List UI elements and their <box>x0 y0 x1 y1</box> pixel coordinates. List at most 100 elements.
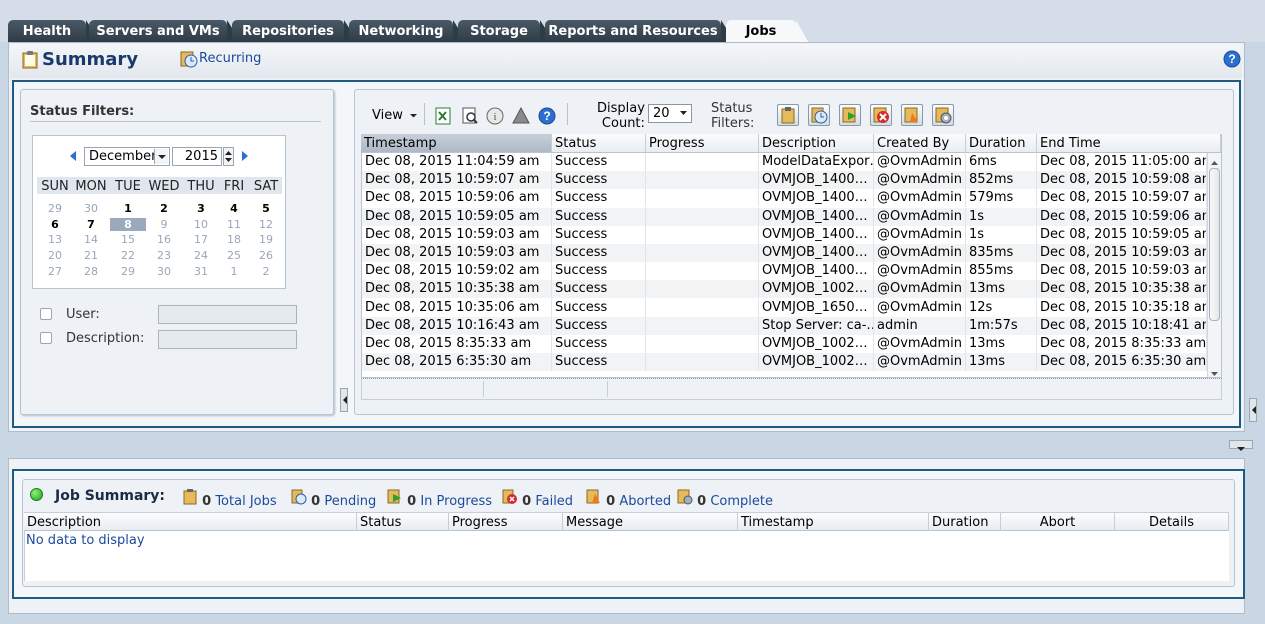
table-row[interactable]: Dec 08, 2015 10:16:43 am Success Stop Serv… <box>362 316 1207 335</box>
expand-down-handle[interactable] <box>1229 440 1253 451</box>
calendar-day[interactable]: 16 <box>146 233 182 246</box>
display-count-select[interactable]: 20 <box>648 104 692 123</box>
description-filter-checkbox[interactable] <box>40 332 52 344</box>
table-row[interactable]: Dec 08, 2015 10:59:05 am Success OVMJOB_14… <box>362 207 1207 226</box>
export-excel-icon[interactable] <box>434 107 452 129</box>
summary-header-status[interactable]: Status <box>357 512 449 531</box>
calendar-day[interactable]: 30 <box>73 202 109 215</box>
calendar-day[interactable]: 14 <box>73 233 109 246</box>
calendar-day[interactable]: 21 <box>73 249 109 262</box>
column-header-end-time[interactable]: End Time <box>1037 134 1221 153</box>
column-header-status[interactable]: Status <box>552 134 646 153</box>
stat-label[interactable]: Complete <box>710 494 773 509</box>
calendar-day[interactable]: 18 <box>216 233 252 246</box>
calendar-day[interactable]: 8 <box>110 218 146 231</box>
table-row[interactable]: Dec 08, 2015 10:35:06 am Success OVMJOB_16… <box>362 298 1207 317</box>
stat-complete[interactable]: 0 Complete <box>677 489 773 509</box>
calendar-day[interactable]: 11 <box>216 218 252 231</box>
stat-label[interactable]: In Progress <box>420 494 492 509</box>
year-spinner[interactable]: 2015 <box>172 147 222 166</box>
summary-header-duration[interactable]: Duration <box>929 512 1001 531</box>
column-header-timestamp[interactable]: Timestamp <box>361 134 552 153</box>
calendar-day[interactable]: 9 <box>146 218 182 231</box>
column-header-description[interactable]: Description <box>759 134 874 153</box>
scroll-thumb[interactable] <box>1209 168 1220 321</box>
summary-header-details[interactable]: Details <box>1115 512 1229 531</box>
table-row[interactable]: Dec 08, 2015 10:59:02 am Success OVMJOB_14… <box>362 262 1207 281</box>
filter-in-progress-button[interactable] <box>839 104 861 126</box>
chevron-down-icon[interactable] <box>677 106 690 121</box>
calendar-day[interactable]: 17 <box>183 233 219 246</box>
table-row[interactable]: Dec 08, 2015 10:59:03 am Success OVMJOB_14… <box>362 244 1207 262</box>
tab-networking[interactable]: Networking <box>349 20 467 42</box>
stat-failed[interactable]: 0 Failed <box>502 489 573 509</box>
stat-total-jobs[interactable]: 0 Total Jobs <box>182 489 277 509</box>
calendar-day[interactable]: 30 <box>146 265 182 278</box>
calendar-day[interactable]: 1 <box>216 265 252 278</box>
table-row[interactable]: Dec 08, 2015 10:35:38 am Success OVMJOB_10… <box>362 280 1207 299</box>
chevron-down-icon[interactable] <box>154 149 168 164</box>
help-icon[interactable]: ? <box>538 107 556 129</box>
filter-complete-button[interactable] <box>932 104 954 126</box>
calendar-day[interactable]: 28 <box>73 265 109 278</box>
recurring-link[interactable]: Recurring <box>199 51 261 66</box>
tab-storage[interactable]: Storage <box>458 20 554 42</box>
stat-pending[interactable]: 0 Pending <box>291 489 376 509</box>
user-filter-checkbox[interactable] <box>40 308 52 320</box>
table-row[interactable]: Dec 08, 2015 6:35:30 am Success OVMJOB_100… <box>362 353 1207 372</box>
column-header-duration[interactable]: Duration <box>966 134 1037 153</box>
stat-aborted[interactable]: 0 Aborted <box>586 489 671 509</box>
calendar-day[interactable]: 27 <box>37 265 73 278</box>
table-row[interactable]: Dec 08, 2015 8:35:33 am Success OVMJOB_100… <box>362 335 1207 353</box>
filter-pending-button[interactable] <box>808 104 830 126</box>
calendar-day[interactable]: 20 <box>37 249 73 262</box>
column-header-progress[interactable]: Progress <box>646 134 759 153</box>
calendar-day[interactable]: 7 <box>73 218 109 231</box>
description-input[interactable] <box>158 330 297 349</box>
help-icon[interactable]: ? <box>1223 50 1241 72</box>
calendar-day[interactable]: 15 <box>110 233 146 246</box>
tab-health[interactable]: Health <box>8 20 100 42</box>
calendar-day[interactable]: 23 <box>146 249 182 262</box>
user-input[interactable] <box>158 305 297 324</box>
calendar-day[interactable]: 1 <box>110 202 146 215</box>
calendar-day[interactable]: 19 <box>248 233 284 246</box>
summary-header-abort[interactable]: Abort <box>1001 512 1115 531</box>
tab-repositories[interactable]: Repositories <box>232 20 358 42</box>
calendar-day[interactable]: 29 <box>110 265 146 278</box>
summary-header-message[interactable]: Message <box>563 512 738 531</box>
calendar-day[interactable]: 10 <box>183 218 219 231</box>
calendar-day[interactable]: 3 <box>183 202 219 215</box>
stat-in-progress[interactable]: 0 In Progress <box>387 489 492 509</box>
table-row[interactable]: Dec 08, 2015 10:59:06 am Success OVMJOB_14… <box>362 189 1207 208</box>
calendar-day[interactable]: 13 <box>37 233 73 246</box>
search-document-icon[interactable] <box>461 107 479 129</box>
calendar-day[interactable]: 24 <box>183 249 219 262</box>
stat-label[interactable]: Pending <box>324 494 376 509</box>
calendar-day[interactable]: 29 <box>37 202 73 215</box>
tab-servers-and-vms[interactable]: Servers and VMs <box>89 20 241 42</box>
calendar-day[interactable]: 2 <box>146 202 182 215</box>
calendar-day[interactable]: 26 <box>248 249 284 262</box>
collapse-left-handle[interactable] <box>340 388 348 412</box>
calendar-day[interactable]: 12 <box>248 218 284 231</box>
calendar-day[interactable]: 5 <box>248 202 284 215</box>
info-icon[interactable]: i <box>486 107 504 129</box>
warning-icon[interactable] <box>512 106 530 129</box>
calendar-day[interactable]: 22 <box>110 249 146 262</box>
calendar-day[interactable]: 4 <box>216 202 252 215</box>
summary-header-timestamp[interactable]: Timestamp <box>738 512 929 531</box>
table-row[interactable]: Dec 08, 2015 11:04:59 am Success ModelData… <box>362 153 1207 171</box>
summary-header-progress[interactable]: Progress <box>449 512 563 531</box>
tab-reports-and-resources[interactable]: Reports and Resources <box>545 20 735 42</box>
table-row[interactable]: Dec 08, 2015 10:59:07 am Success OVMJOB_14… <box>362 171 1207 190</box>
collapse-right-handle[interactable] <box>1249 398 1257 422</box>
calendar-day[interactable]: 2 <box>248 265 284 278</box>
filter-failed-button[interactable] <box>870 104 892 126</box>
prev-month-icon[interactable] <box>68 150 78 166</box>
table-row[interactable]: Dec 08, 2015 10:59:03 am Success OVMJOB_14… <box>362 225 1207 244</box>
stat-label[interactable]: Total Jobs <box>215 494 276 509</box>
summary-header-description[interactable]: Description <box>24 512 357 531</box>
view-menu[interactable]: View <box>372 108 418 123</box>
column-header-created-by[interactable]: Created By <box>874 134 966 153</box>
